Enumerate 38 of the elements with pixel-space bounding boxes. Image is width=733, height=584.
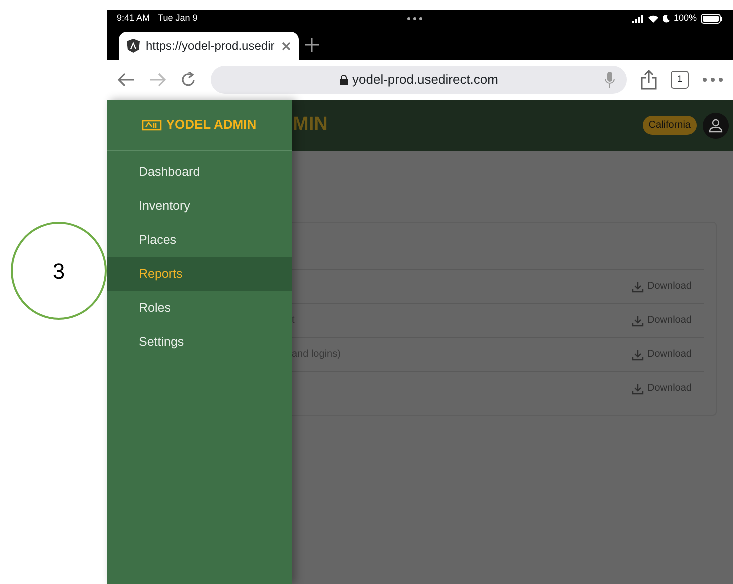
- address-bar[interactable]: yodel-prod.usedirect.com: [211, 66, 627, 94]
- state-badge[interactable]: California: [642, 116, 697, 135]
- sidebar-item[interactable]: Settings: [107, 325, 292, 359]
- back-icon[interactable]: [117, 73, 135, 87]
- sidebar-item[interactable]: Places: [107, 223, 292, 257]
- status-date: Tue Jan 9: [158, 12, 198, 26]
- download-icon: [632, 314, 644, 326]
- status-time: 9:41 AM: [117, 12, 150, 26]
- sidebar-item[interactable]: Reports: [107, 257, 292, 291]
- download-icon: [632, 348, 644, 360]
- multitasking-dots-icon: [406, 17, 423, 21]
- callout-number: 3: [11, 222, 107, 320]
- sidebar-item[interactable]: Inventory: [107, 189, 292, 223]
- new-tab-icon[interactable]: [305, 38, 319, 52]
- app-title: MIN: [293, 113, 329, 138]
- user-button[interactable]: [703, 112, 729, 138]
- battery-icon: [700, 14, 723, 24]
- tab-count-button[interactable]: 1: [671, 71, 689, 89]
- browser-tab[interactable]: https://yodel-prod.usedir: [119, 32, 299, 60]
- signal-icon: [632, 15, 644, 23]
- download-icon: [632, 280, 644, 292]
- close-icon[interactable]: [282, 42, 291, 50]
- share-icon[interactable]: [641, 70, 657, 90]
- reload-icon[interactable]: [181, 72, 197, 88]
- moon-icon: [662, 15, 670, 23]
- url-text: yodel-prod.usedirect.com: [352, 71, 498, 90]
- app-logo: YODEL ADMIN: [166, 116, 257, 134]
- microphone-icon[interactable]: [605, 72, 615, 88]
- user-icon: [709, 118, 723, 132]
- shield-icon: [127, 39, 140, 53]
- wifi-icon: [648, 15, 659, 23]
- sidebar-item[interactable]: Roles: [107, 291, 292, 325]
- lock-icon: [340, 75, 348, 85]
- battery-percentage: 100%: [674, 12, 697, 26]
- download-icon: [632, 382, 644, 394]
- sidebar-item[interactable]: Dashboard: [107, 155, 292, 189]
- logo-icon: [142, 119, 162, 131]
- more-icon[interactable]: [703, 78, 723, 82]
